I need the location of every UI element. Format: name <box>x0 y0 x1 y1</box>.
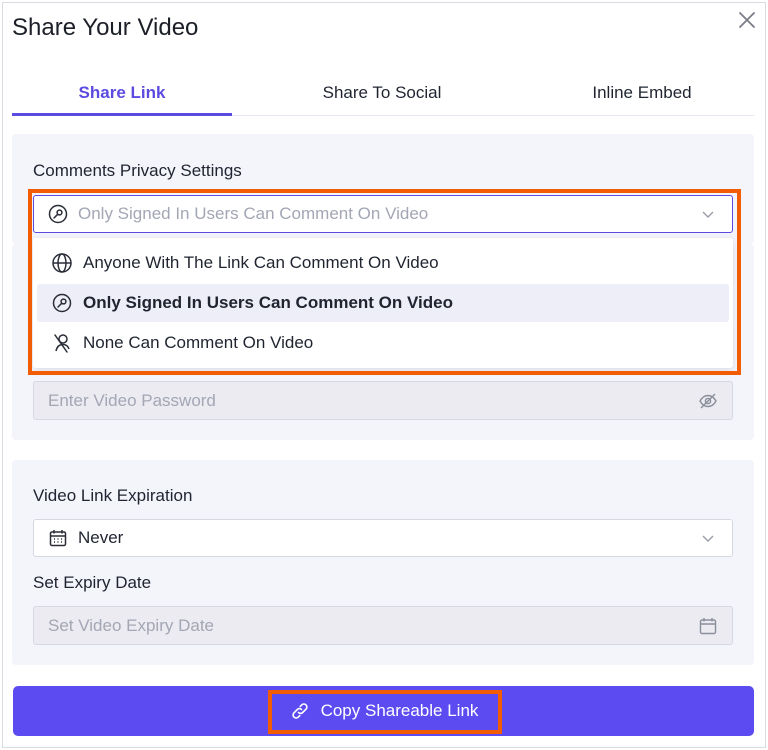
calendar-icon[interactable] <box>698 616 718 636</box>
video-password-input[interactable]: Enter Video Password <box>33 381 733 420</box>
globe-icon <box>51 252 73 274</box>
key-icon <box>48 204 68 224</box>
tab-inline-embed[interactable]: Inline Embed <box>532 70 752 116</box>
user-slash-icon <box>51 332 73 354</box>
comments-privacy-label: Comments Privacy Settings <box>33 161 242 180</box>
menu-item-label: Anyone With The Link Can Comment On Vide… <box>83 253 439 272</box>
eye-slash-icon[interactable] <box>698 391 718 411</box>
menu-item-anyone-with-link[interactable]: Anyone With The Link Can Comment On Vide… <box>37 244 729 282</box>
link-expiration-select[interactable]: Never <box>33 519 733 557</box>
copy-shareable-link-button[interactable]: Copy Shareable Link <box>13 686 754 736</box>
dialog-title: Share Your Video <box>12 14 199 41</box>
copy-shareable-link-label: Copy Shareable Link <box>320 701 479 720</box>
link-expiration-label: Video Link Expiration <box>33 486 193 505</box>
menu-item-none-can-comment[interactable]: None Can Comment On Video <box>37 324 729 362</box>
chevron-down-icon <box>698 528 718 548</box>
comments-privacy-selected-value: Only Signed In Users Can Comment On Vide… <box>78 204 429 223</box>
video-password-placeholder: Enter Video Password <box>48 390 216 410</box>
active-tab-indicator <box>12 113 232 116</box>
key-icon <box>51 292 73 314</box>
menu-item-label: None Can Comment On Video <box>83 333 314 352</box>
tab-share-to-social[interactable]: Share To Social <box>272 70 492 116</box>
chevron-down-icon <box>698 204 718 224</box>
comments-privacy-select[interactable]: Only Signed In Users Can Comment On Vide… <box>33 195 733 233</box>
expiry-date-placeholder: Set Video Expiry Date <box>48 615 214 635</box>
link-expiration-value: Never <box>78 528 124 547</box>
tab-bar: Share Link Share To Social Inline Embed <box>12 70 754 116</box>
comments-privacy-menu: Anyone With The Link Can Comment On Vide… <box>33 238 733 368</box>
menu-item-label: Only Signed In Users Can Comment On Vide… <box>83 293 453 312</box>
menu-item-signed-in-users[interactable]: Only Signed In Users Can Comment On Vide… <box>37 284 729 322</box>
expiry-date-input[interactable]: Set Video Expiry Date <box>33 606 733 645</box>
link-icon <box>289 700 311 722</box>
expiry-date-label: Set Expiry Date <box>33 573 152 592</box>
calendar-icon <box>48 528 68 548</box>
tab-share-link[interactable]: Share Link <box>12 70 232 116</box>
close-icon[interactable] <box>736 9 758 31</box>
